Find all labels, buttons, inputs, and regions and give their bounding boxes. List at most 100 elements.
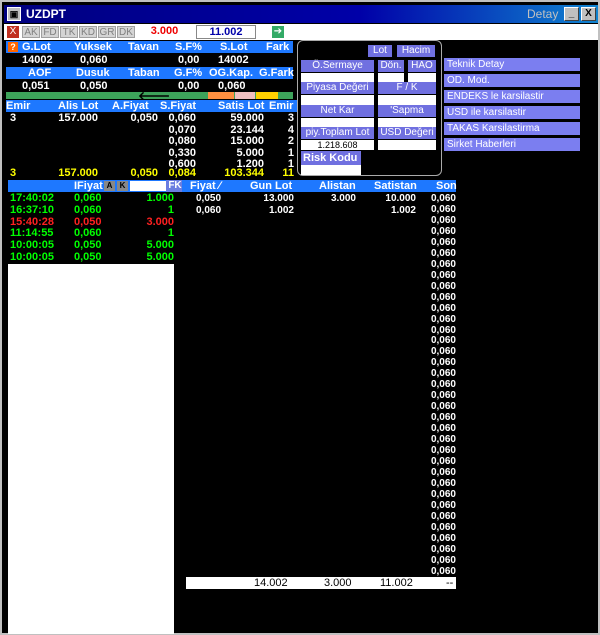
trade-time: 10:00:05 bbox=[10, 239, 55, 252]
trade-time: 16:37:10 bbox=[10, 203, 55, 216]
link-takas[interactable]: TAKAS Karsilastirma bbox=[444, 122, 580, 135]
depth-row-2-c0 bbox=[6, 135, 20, 147]
close-button[interactable]: X bbox=[581, 7, 596, 21]
ratio-seg-orange bbox=[208, 92, 234, 99]
hdr-dusuk: Dusuk bbox=[76, 67, 110, 79]
son-value: 0,060 bbox=[430, 203, 456, 215]
hdr-fiyat[interactable]: Fiyat ∕ bbox=[190, 180, 221, 192]
sapma-button[interactable]: 'Sapma bbox=[378, 105, 436, 117]
trade-time: 11:14:55 bbox=[10, 227, 54, 240]
son-value: 0,060 bbox=[430, 368, 456, 380]
tab-kd[interactable]: KD bbox=[79, 26, 97, 38]
pricebook-cell: 1.002 bbox=[268, 204, 294, 216]
piy-toplam-lot-button[interactable]: piy.Toplam Lot bbox=[301, 127, 374, 139]
depth-total-c0: 3 bbox=[9, 167, 17, 179]
val-slot: 14002 bbox=[218, 54, 249, 66]
close-x-icon[interactable]: X bbox=[7, 26, 19, 38]
depth-total-c3: 0,084 bbox=[168, 167, 196, 179]
lot-button[interactable]: Lot bbox=[368, 45, 392, 57]
price-red-value: 3.000 bbox=[150, 25, 179, 37]
tab-tk[interactable]: TK bbox=[60, 26, 78, 38]
hdr-sfiyat: S.Fiyat bbox=[160, 100, 197, 112]
usd-degeri-button[interactable]: USD Değeri bbox=[378, 127, 436, 139]
depth-row-1-c1 bbox=[42, 124, 98, 136]
hdr-glot: G.Lot bbox=[22, 41, 51, 53]
son-value: 0,060 bbox=[430, 554, 456, 566]
son-value: 0,060 bbox=[430, 543, 456, 555]
depth-total-c5: 11 bbox=[282, 167, 294, 179]
val-yuksek: 0,060 bbox=[80, 54, 108, 66]
link-teknik-detay[interactable]: Teknik Detay bbox=[444, 58, 580, 71]
son-value: 0,060 bbox=[430, 401, 456, 413]
price-blue-value[interactable]: 11.002 bbox=[196, 25, 256, 39]
piyasa-degeri-button[interactable]: Piyasa Değeri bbox=[301, 82, 374, 94]
son-value: 0,060 bbox=[430, 291, 456, 303]
trade-price: 0,050 bbox=[74, 251, 102, 263]
son-value: 0,060 bbox=[430, 488, 456, 500]
summary-header-1: ? G.Lot Yuksek Tavan S.F% S.Lot Fark bbox=[6, 41, 293, 53]
minimize-button[interactable]: _ bbox=[564, 7, 579, 21]
netkar-button[interactable]: Net Kar bbox=[301, 105, 374, 117]
fk-button[interactable]: F / K bbox=[378, 82, 436, 94]
val-sf: 0,00 bbox=[178, 54, 200, 66]
risk-kodu-button[interactable]: Risk Kodu bbox=[301, 151, 361, 165]
hdr-satis-lot: Satis Lot bbox=[218, 100, 265, 112]
tab-gr[interactable]: GR bbox=[98, 26, 116, 38]
trade-lot: 1.000 bbox=[146, 192, 174, 204]
total-satistan: 11.002 bbox=[380, 577, 413, 589]
pricebook-cell: 0,060 bbox=[196, 204, 222, 216]
piyasa-degeri-value bbox=[301, 95, 374, 105]
don-button[interactable]: Dön. bbox=[378, 60, 404, 72]
son-value: 0,060 bbox=[430, 565, 456, 577]
depth-row-2-c4: 15.000 bbox=[230, 135, 264, 147]
tab-ak[interactable]: AK bbox=[22, 26, 40, 38]
ratio-seg-pink bbox=[235, 92, 255, 99]
tab-dk[interactable]: DK bbox=[117, 26, 135, 38]
trade-lot: 1 bbox=[167, 203, 174, 216]
son-value: 0,060 bbox=[430, 521, 456, 533]
link-od-mod[interactable]: OD. Mod. bbox=[444, 74, 580, 87]
val-dusuk: 0,050 bbox=[80, 80, 108, 92]
detay-label: Detay bbox=[527, 7, 559, 21]
tab-fd[interactable]: FD bbox=[41, 26, 59, 38]
depth-row-2-c5: 2 bbox=[287, 135, 294, 147]
link-haberler[interactable]: Sirket Haberleri bbox=[444, 138, 580, 151]
depth-row-0-c3: 0,060 bbox=[168, 112, 196, 124]
a-button[interactable]: A bbox=[104, 181, 115, 191]
depth-row-1-c0 bbox=[6, 124, 20, 136]
osermaye-button[interactable]: Ö.Sermaye bbox=[301, 60, 374, 72]
depth-row-3-c1 bbox=[42, 147, 98, 159]
trade-lot: 5.000 bbox=[146, 239, 174, 252]
app-icon: ▣ bbox=[7, 7, 21, 21]
link-usd[interactable]: USD ile karsilastir bbox=[444, 106, 580, 119]
hao-button[interactable]: HAO bbox=[408, 60, 436, 72]
son-value: 0,060 bbox=[430, 510, 456, 522]
trades-filter-input[interactable] bbox=[130, 181, 166, 191]
depth-ratio-bar: 🡐 bbox=[6, 89, 293, 103]
depth-row-3-c5: 1 bbox=[287, 146, 294, 159]
link-endeks[interactable]: ENDEKS le karsilastir bbox=[444, 90, 580, 103]
val-glot: 14002 bbox=[22, 54, 53, 66]
depth-row-3-c0 bbox=[6, 147, 20, 159]
summary-header-2: AOF Dusuk Taban G.F% OG.Kap. G.Fark bbox=[6, 67, 294, 79]
piy-toplam-lot-value: 1.218.608 bbox=[301, 140, 374, 150]
question-icon[interactable]: ? bbox=[8, 42, 18, 52]
arrow-right-icon[interactable]: ➔ bbox=[272, 26, 284, 38]
usd-degeri-value bbox=[378, 140, 436, 150]
pricebook-cell: 3.000 bbox=[330, 193, 356, 204]
hdr-emir-sell: Emir bbox=[269, 100, 294, 112]
pricebook-cell: 13.000 bbox=[263, 193, 294, 204]
depth-row-2-c1 bbox=[42, 135, 98, 147]
ratio-seg-yellow bbox=[256, 92, 278, 99]
main-window: ▣ UZDPT Detay _ X X AK FD TK KD GR DK 3.… bbox=[0, 0, 600, 635]
depth-row-1-c4: 23.144 bbox=[230, 123, 264, 136]
hdr-son: Son bbox=[436, 180, 457, 192]
son-value: 0,060 bbox=[430, 477, 456, 489]
son-value: 0,060 bbox=[430, 423, 456, 435]
pricebook-cell: 10.000 bbox=[385, 193, 416, 204]
son-value: 0,060 bbox=[430, 434, 456, 446]
trade-lot: 3.000 bbox=[146, 215, 174, 228]
hdr-gfark: G.Fark bbox=[259, 67, 294, 79]
hacim-button[interactable]: Hacim bbox=[397, 45, 435, 57]
k-button[interactable]: K bbox=[117, 181, 128, 191]
